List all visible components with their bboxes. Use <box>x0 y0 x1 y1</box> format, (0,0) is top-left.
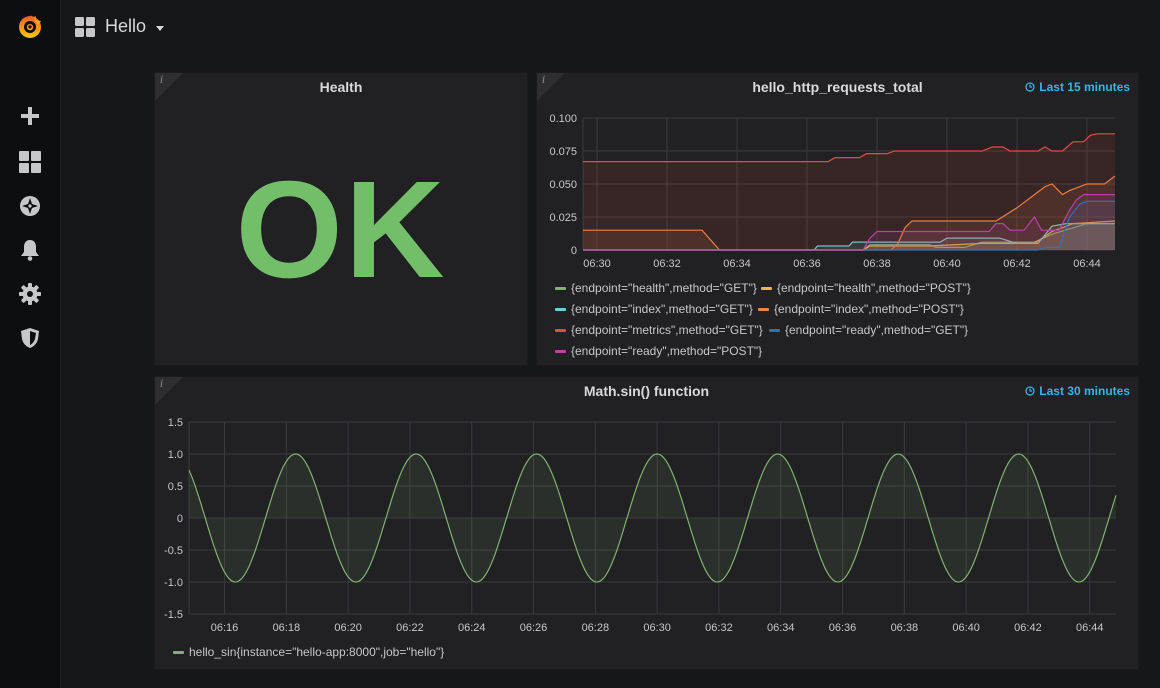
x-tick-label: 06:32 <box>705 622 733 634</box>
x-tick-label: 06:44 <box>1076 622 1104 634</box>
x-tick-label: 06:38 <box>863 258 891 270</box>
requests-graph[interactable]: 0.100 0.075 0.050 0.025 0 06:30 06:32 06:34 06:3… <box>537 73 1138 273</box>
x-tick-label: 06:42 <box>1014 622 1042 634</box>
x-tick-label: 06:30 <box>643 622 671 634</box>
legend-label: {endpoint="index",method="GET"} <box>571 302 753 316</box>
y-tick-label: 1.0 <box>168 449 183 461</box>
x-tick-label: 06:24 <box>458 622 486 634</box>
shield-icon[interactable] <box>16 324 44 352</box>
legend-label: {endpoint="ready",method="POST"} <box>571 344 763 358</box>
dashboard-title: Hello <box>105 16 147 36</box>
health-status-value: OK <box>235 153 447 307</box>
x-tick-label: 06:38 <box>891 622 919 634</box>
x-tick-label: 06:34 <box>767 622 795 634</box>
dashboard-grid-icon <box>75 16 95 37</box>
sin-graph[interactable]: 1.5 1.0 0.5 0 -0.5 -1.0 -1.5 06:16 06:18 06:20 06:… <box>155 377 1138 639</box>
legend-label: {endpoint="ready",method="GET"} <box>785 323 969 337</box>
legend-label: {endpoint="index",method="POST"} <box>774 302 964 316</box>
y-tick-label: 0 <box>571 245 577 257</box>
panel-title[interactable]: Health <box>155 79 527 95</box>
legend-item[interactable]: hello_sin{instance="hello-app:8000",job=… <box>173 645 444 659</box>
settings-gear-icon[interactable] <box>16 280 44 308</box>
alert-bell-icon[interactable] <box>16 236 44 264</box>
x-tick-label: 06:22 <box>396 622 424 634</box>
x-tick-label: 06:34 <box>723 258 751 270</box>
legend-swatch <box>758 307 769 311</box>
x-tick-label: 06:28 <box>582 622 610 634</box>
x-tick-label: 06:18 <box>273 622 301 634</box>
x-tick-label: 06:30 <box>583 258 611 270</box>
y-tick-label: 1.5 <box>168 417 183 429</box>
chevron-down-icon <box>156 26 165 31</box>
y-tick-label: -1.0 <box>164 577 183 589</box>
x-tick-label: 06:40 <box>952 622 980 634</box>
y-tick-label: 0.100 <box>549 113 577 125</box>
y-tick-label: 0 <box>177 513 183 525</box>
x-tick-label: 06:36 <box>793 258 821 270</box>
y-tick-label: 0.075 <box>549 146 577 158</box>
x-tick-label: 06:36 <box>829 622 857 634</box>
x-tick-label: 06:20 <box>334 622 362 634</box>
y-tick-label: 0.025 <box>549 212 577 224</box>
x-tick-label: 06:16 <box>211 622 239 634</box>
sidebar <box>0 0 61 688</box>
legend-item[interactable]: {endpoint="index",method="POST"} <box>758 302 964 316</box>
plus-icon[interactable] <box>16 102 44 130</box>
grafana-logo-icon[interactable] <box>16 12 44 40</box>
y-tick-label: 0.5 <box>168 481 183 493</box>
legend-item[interactable]: {endpoint="index",method="GET"} <box>555 302 753 316</box>
legend-item[interactable]: {endpoint="metrics",method="GET"} <box>555 323 763 337</box>
legend-label: {endpoint="health",method="POST"} <box>777 281 971 295</box>
x-tick-label: 06:26 <box>520 622 548 634</box>
x-tick-label: 06:42 <box>1003 258 1031 270</box>
x-tick-label: 06:32 <box>653 258 681 270</box>
legend-swatch <box>555 307 566 311</box>
dashboard-picker[interactable]: Hello <box>75 16 165 37</box>
legend-item[interactable]: {endpoint="ready",method="GET"} <box>769 323 968 337</box>
explore-compass-icon[interactable] <box>16 192 44 220</box>
legend-swatch <box>761 286 772 290</box>
legend-swatch <box>555 349 566 353</box>
legend-swatch <box>555 328 566 332</box>
x-tick-label: 06:40 <box>933 258 961 270</box>
legend-item[interactable]: {endpoint="health",method="POST"} <box>761 281 971 295</box>
health-panel: i Health OK <box>154 72 528 366</box>
legend-label: {endpoint="health",method="GET"} <box>571 281 757 295</box>
legend-item[interactable]: {endpoint="ready",method="POST"} <box>555 344 762 358</box>
legend-swatch <box>173 650 184 654</box>
sin-panel: i Math.sin() function Last 30 minutes 1.… <box>154 376 1139 670</box>
x-tick-label: 06:44 <box>1073 258 1101 270</box>
legend-swatch <box>555 286 566 290</box>
requests-panel: i hello_http_requests_total Last 15 minu… <box>536 72 1139 366</box>
legend-item[interactable]: {endpoint="health",method="GET"} <box>555 281 757 295</box>
legend-label: hello_sin{instance="hello-app:8000",job=… <box>189 645 445 659</box>
legend-label: {endpoint="metrics",method="GET"} <box>571 323 763 337</box>
y-tick-label: 0.050 <box>549 179 577 191</box>
y-tick-label: -1.5 <box>164 609 183 621</box>
top-navbar: Hello <box>61 0 1160 56</box>
series-area <box>189 454 1116 582</box>
y-tick-label: -0.5 <box>164 545 183 557</box>
legend-swatch <box>769 328 780 332</box>
dashboards-icon[interactable] <box>16 148 44 176</box>
